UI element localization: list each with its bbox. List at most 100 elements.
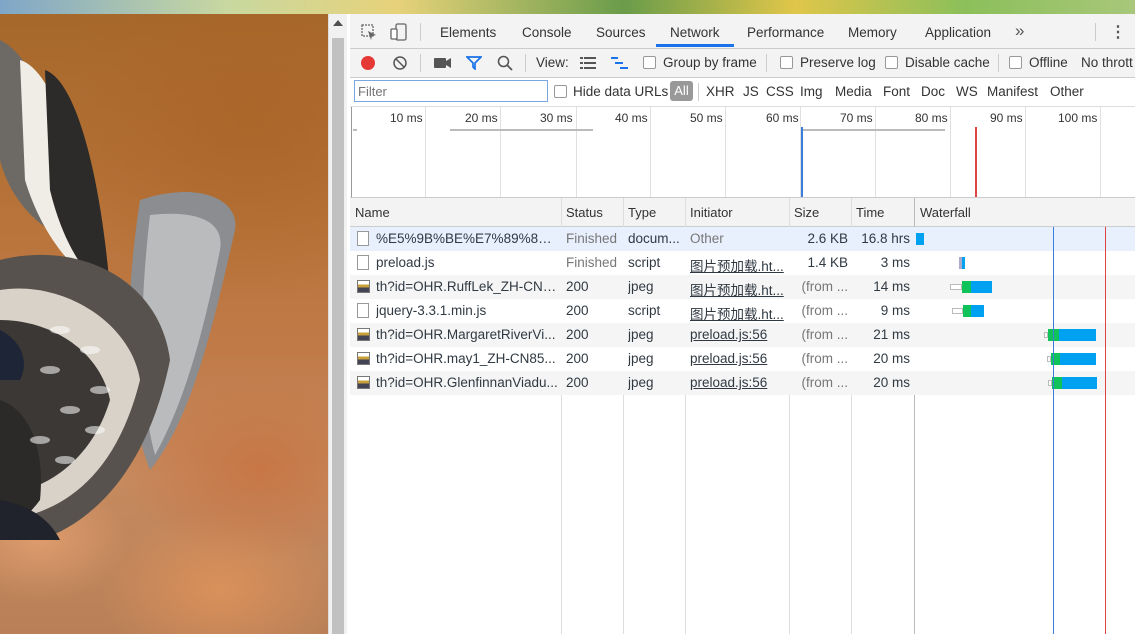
group-by-frame-label: Group by frame <box>663 55 757 70</box>
timeline-tick <box>500 107 501 197</box>
filter-type-manifest[interactable]: Manifest <box>987 84 1038 99</box>
tab-network[interactable]: Network <box>670 25 720 40</box>
inspect-element-icon[interactable] <box>360 23 378 41</box>
scroll-up-arrow-icon[interactable] <box>333 20 343 26</box>
filter-type-doc[interactable]: Doc <box>921 84 945 99</box>
tab-sources[interactable]: Sources <box>596 25 646 40</box>
request-initiator[interactable]: 图片预加载.ht... <box>690 255 786 275</box>
table-row[interactable]: %E5%9B%BE%E7%89%87%... Finished docum... Ot… <box>350 227 1135 251</box>
clear-icon[interactable] <box>393 56 407 70</box>
request-time: 14 ms <box>873 279 910 294</box>
request-initiator[interactable]: 图片预加载.ht... <box>690 279 786 299</box>
filter-type-js[interactable]: JS <box>743 84 759 99</box>
waterfall-bar[interactable] <box>962 257 965 269</box>
request-type: script <box>628 303 661 318</box>
waterfall-bar[interactable] <box>1060 353 1096 365</box>
request-initiator[interactable]: preload.js:56 <box>690 327 786 342</box>
separator <box>1095 23 1096 41</box>
large-rows-icon[interactable] <box>580 57 596 69</box>
request-time: 20 ms <box>873 375 910 390</box>
screenshot-capture-icon[interactable] <box>434 57 452 69</box>
column-status[interactable]: Status <box>566 205 603 220</box>
scrollbar-thumb[interactable] <box>332 38 344 634</box>
request-initiator[interactable]: preload.js:56 <box>690 375 786 390</box>
tab-console[interactable]: Console <box>522 25 572 40</box>
column-waterfall[interactable]: Waterfall <box>920 205 971 220</box>
disable-cache-checkbox[interactable] <box>885 56 898 69</box>
filter-icon[interactable] <box>464 56 484 72</box>
waterfall-bar[interactable] <box>916 233 924 245</box>
column-size[interactable]: Size <box>794 205 819 220</box>
column-time[interactable]: Time <box>856 205 884 220</box>
group-by-frame-checkbox[interactable] <box>643 56 656 69</box>
column-type[interactable]: Type <box>628 205 656 220</box>
filter-type-ws[interactable]: WS <box>956 84 978 99</box>
filter-type-css[interactable]: CSS <box>766 84 794 99</box>
waterfall-bar[interactable] <box>963 305 971 317</box>
request-name[interactable]: %E5%9B%BE%E7%89%87%... <box>376 231 558 246</box>
waterfall-bar[interactable] <box>950 284 962 290</box>
request-size: (from ... <box>801 351 849 366</box>
request-status: 200 <box>566 351 589 366</box>
filter-type-all[interactable]: All <box>670 81 693 101</box>
table-row[interactable]: th?id=OHR.GlenfinnanViadu... 200 jpeg prelo… <box>350 371 1135 395</box>
network-overview-timeline[interactable]: 10 ms 20 ms 30 ms 40 ms 50 ms 60 ms 70 m… <box>350 107 1135 198</box>
waterfall-bar[interactable] <box>971 281 992 293</box>
filter-type-font[interactable]: Font <box>883 84 910 99</box>
network-toolbar: View: Group by frame Preserve log Disabl… <box>350 49 1135 78</box>
table-row[interactable]: th?id=OHR.may1_ZH-CN85... 200 jpeg preload.… <box>350 347 1135 371</box>
throttling-select[interactable]: No thrott <box>1081 55 1133 70</box>
tab-performance[interactable]: Performance <box>747 25 824 40</box>
tab-memory[interactable]: Memory <box>848 25 897 40</box>
separator <box>998 54 999 72</box>
table-row[interactable]: th?id=OHR.MargaretRiverVi... 200 jpeg prelo… <box>350 323 1135 347</box>
waterfall-bar[interactable] <box>971 305 984 317</box>
column-initiator[interactable]: Initiator <box>690 205 733 220</box>
request-initiator[interactable]: 图片预加载.ht... <box>690 303 786 323</box>
request-table-header: Name Status Type Initiator Size Time Wat… <box>350 198 1135 227</box>
request-name[interactable]: th?id=OHR.RuffLek_ZH-CN8... <box>376 279 558 294</box>
request-type: jpeg <box>628 375 654 390</box>
timeline-label: 50 ms <box>690 111 723 125</box>
column-name[interactable]: Name <box>355 205 390 220</box>
record-icon[interactable] <box>361 56 375 70</box>
separator <box>766 54 767 72</box>
search-icon[interactable] <box>497 55 513 71</box>
waterfall-bar[interactable] <box>1059 329 1096 341</box>
request-name[interactable]: th?id=OHR.MargaretRiverVi... <box>376 327 558 342</box>
request-name[interactable]: th?id=OHR.may1_ZH-CN85... <box>376 351 558 366</box>
hide-data-urls-checkbox[interactable] <box>554 85 567 98</box>
waterfall-bar[interactable] <box>952 308 963 314</box>
request-table-body: %E5%9B%BE%E7%89%87%... Finished docum... Ot… <box>350 227 1135 634</box>
waterfall-bar[interactable] <box>1062 377 1097 389</box>
device-toolbar-icon[interactable] <box>390 23 408 41</box>
vertical-ellipsis-icon[interactable]: ⋮ <box>1110 22 1126 42</box>
filter-type-xhr[interactable]: XHR <box>706 84 735 99</box>
request-size: (from ... <box>801 375 849 390</box>
more-tabs-icon[interactable]: » <box>1015 21 1024 41</box>
waterfall-bar[interactable] <box>962 281 971 293</box>
tab-elements[interactable]: Elements <box>440 25 496 40</box>
filter-type-media[interactable]: Media <box>835 84 872 99</box>
tab-application[interactable]: Application <box>925 25 991 40</box>
preserve-log-checkbox[interactable] <box>780 56 793 69</box>
table-row[interactable]: jquery-3.3.1.min.js 200 script 图片预加载.ht... (… <box>350 299 1135 323</box>
page-scrollbar[interactable] <box>328 14 347 634</box>
request-size: 1.4 KB <box>807 255 848 270</box>
devtools-tab-bar: Elements Console Sources Network Perform… <box>350 14 1135 49</box>
table-row[interactable]: th?id=OHR.RuffLek_ZH-CN8... 200 jpeg 图片预加载.… <box>350 275 1135 299</box>
waterfall-view-icon[interactable] <box>611 57 629 69</box>
overview-bar <box>353 129 357 131</box>
request-name[interactable]: preload.js <box>376 255 558 270</box>
table-row[interactable]: preload.js Finished script 图片预加载.ht... 1.4 K… <box>350 251 1135 275</box>
disable-cache-label: Disable cache <box>905 55 990 70</box>
filter-type-img[interactable]: Img <box>800 84 823 99</box>
request-name[interactable]: th?id=OHR.GlenfinnanViadu... <box>376 375 558 390</box>
offline-checkbox[interactable] <box>1009 56 1022 69</box>
overview-bar <box>450 129 593 131</box>
filter-type-other[interactable]: Other <box>1050 84 1084 99</box>
document-file-icon <box>357 231 369 246</box>
request-initiator[interactable]: preload.js:56 <box>690 351 786 366</box>
request-name[interactable]: jquery-3.3.1.min.js <box>376 303 558 318</box>
filter-input[interactable] <box>354 80 548 102</box>
